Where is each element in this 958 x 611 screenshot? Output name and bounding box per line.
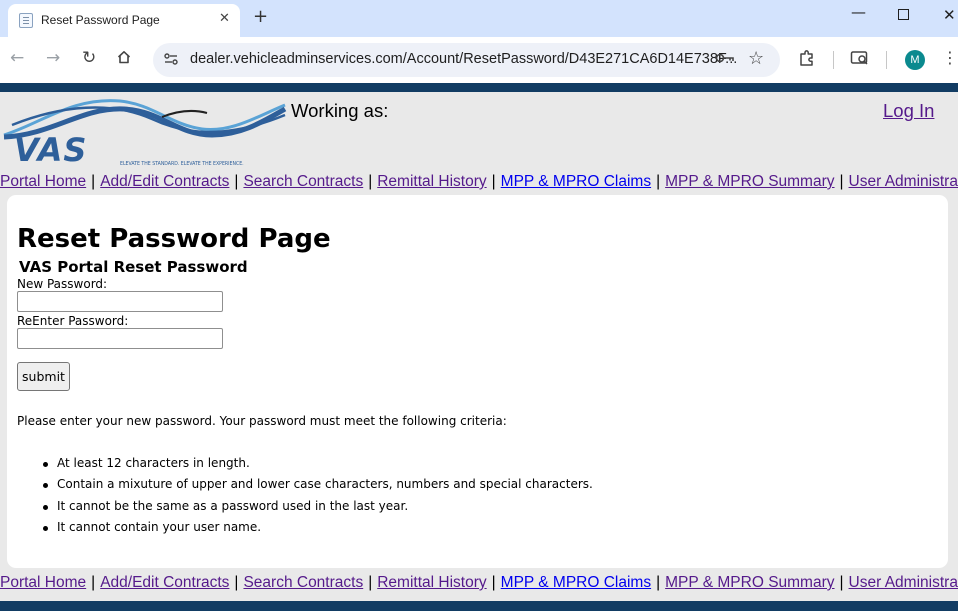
nav-link-remittal-history[interactable]: Remittal History	[377, 173, 486, 190]
close-window-icon[interactable]: ✕	[943, 6, 956, 24]
profile-avatar[interactable]: M	[905, 50, 925, 70]
logo-wordmark: VAS	[14, 131, 87, 169]
main-nav: Portal Home | Add/Edit Contracts | Search Co…	[0, 173, 958, 191]
nav-separator: |	[839, 173, 844, 190]
minimize-icon[interactable]: —	[851, 3, 866, 21]
url-text[interactable]: dealer.vehicleadminservices.com/Account/…	[190, 51, 737, 67]
toolbar-divider	[833, 51, 834, 69]
nav-separator: |	[491, 574, 496, 591]
nav-separator: |	[368, 574, 373, 591]
footer-stripe	[0, 601, 958, 611]
nav-separator: |	[368, 173, 373, 190]
new-tab-icon[interactable]: +	[253, 6, 268, 27]
home-icon[interactable]	[117, 50, 131, 64]
nav-separator: |	[234, 173, 239, 190]
site-info-icon[interactable]	[163, 51, 179, 67]
nav-separator: |	[656, 574, 661, 591]
password-key-icon[interactable]	[715, 50, 735, 66]
back-icon[interactable]: ←	[10, 48, 24, 68]
nav-link-mpp-mpro-summary[interactable]: MPP & MPRO Summary	[665, 574, 834, 591]
new-password-label: New Password:	[17, 277, 108, 291]
nav-link-user-administration[interactable]: User Administration	[849, 173, 958, 190]
browser-toolbar: ← → ↻ dealer.vehicleadminservices.com/Ac…	[0, 37, 958, 83]
nav-link-search-contracts[interactable]: Search Contracts	[243, 173, 363, 190]
page-favicon-icon	[19, 13, 33, 28]
nav-link-portal-home[interactable]: Portal Home	[0, 574, 86, 591]
page-body: VAS ELEVATE THE STANDARD. ELEVATE THE EX…	[0, 83, 958, 611]
browser-menu-icon[interactable]: ⋮	[942, 48, 958, 67]
page-title: Reset Password Page	[17, 224, 331, 254]
nav-link-mpp-mpro-claims[interactable]: MPP & MPRO Claims	[501, 173, 651, 190]
nav-separator: |	[91, 173, 96, 190]
nav-separator: |	[91, 574, 96, 591]
reenter-password-label: ReEnter Password:	[17, 314, 129, 328]
tab-title: Reset Password Page	[41, 13, 160, 27]
new-password-input[interactable]	[17, 291, 223, 312]
nav-link-user-administration[interactable]: User Administration	[849, 574, 958, 591]
toolbar-divider	[886, 51, 887, 69]
list-item: It cannot be the same as a password used…	[43, 499, 593, 520]
nav-link-search-contracts[interactable]: Search Contracts	[243, 574, 363, 591]
footer-nav: Portal Home | Add/Edit Contracts | Search Co…	[0, 574, 958, 592]
forward-icon[interactable]: →	[46, 48, 60, 68]
browser-tab[interactable]: Reset Password Page ✕	[8, 4, 240, 37]
page-subtitle: VAS Portal Reset Password	[19, 258, 248, 276]
list-item: It cannot contain your user name.	[43, 520, 593, 541]
bookmark-star-icon[interactable]: ☆	[748, 48, 764, 69]
list-item: Contain a mixuture of upper and lower ca…	[43, 477, 593, 498]
password-instructions: Please enter your new password. Your pas…	[17, 414, 507, 428]
password-criteria-list: At least 12 characters in length. Contai…	[43, 456, 593, 541]
address-bar[interactable]: dealer.vehicleadminservices.com/Account/…	[153, 43, 780, 77]
vas-logo: VAS ELEVATE THE STANDARD. ELEVATE THE EX…	[3, 99, 287, 169]
close-tab-icon[interactable]: ✕	[219, 11, 230, 26]
extensions-icon[interactable]	[798, 49, 816, 67]
submit-button[interactable]: submit	[17, 362, 70, 391]
tab-search-icon[interactable]	[850, 49, 870, 67]
nav-link-portal-home[interactable]: Portal Home	[0, 173, 86, 190]
nav-separator: |	[839, 574, 844, 591]
logo-tagline: ELEVATE THE STANDARD. ELEVATE THE EXPERI…	[120, 161, 244, 167]
nav-link-mpp-mpro-summary[interactable]: MPP & MPRO Summary	[665, 173, 834, 190]
reenter-password-input[interactable]	[17, 328, 223, 349]
browser-tab-strip: Reset Password Page ✕ + — ✕	[0, 0, 958, 37]
log-in-link[interactable]: Log In	[883, 100, 934, 122]
nav-separator: |	[491, 173, 496, 190]
nav-link-add-edit-contracts[interactable]: Add/Edit Contracts	[100, 574, 229, 591]
nav-separator: |	[234, 574, 239, 591]
list-item: At least 12 characters in length.	[43, 456, 593, 477]
header-stripe	[0, 83, 958, 92]
maximize-icon[interactable]	[898, 9, 909, 20]
nav-separator: |	[656, 173, 661, 190]
nav-link-remittal-history[interactable]: Remittal History	[377, 574, 486, 591]
reset-password-panel: Reset Password Page VAS Portal Reset Pas…	[7, 195, 948, 568]
working-as-label: Working as:	[291, 100, 389, 121]
nav-link-add-edit-contracts[interactable]: Add/Edit Contracts	[100, 173, 229, 190]
reload-icon[interactable]: ↻	[82, 48, 96, 68]
nav-link-mpp-mpro-claims[interactable]: MPP & MPRO Claims	[501, 574, 651, 591]
